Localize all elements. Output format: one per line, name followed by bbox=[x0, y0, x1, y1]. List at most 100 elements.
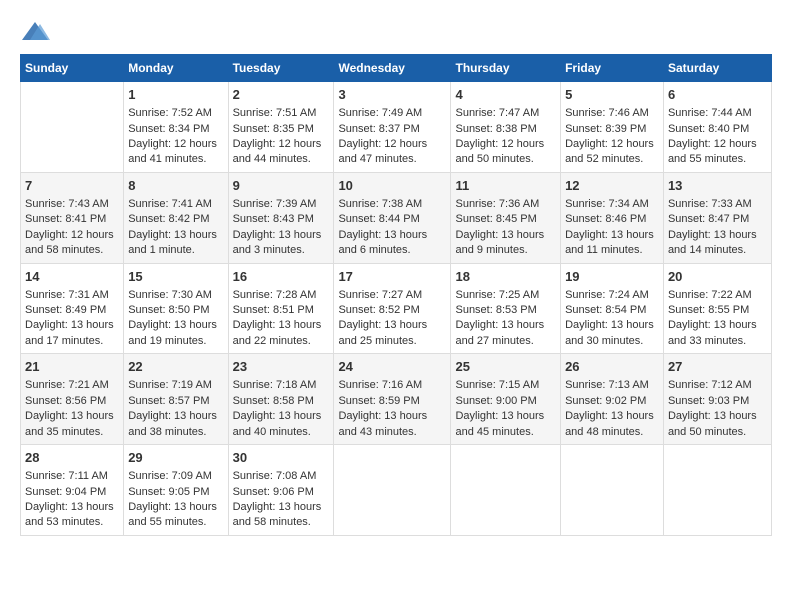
day-number: 30 bbox=[233, 449, 330, 467]
cell-content: Daylight: 13 hours and 11 minutes. bbox=[565, 228, 659, 259]
day-number: 16 bbox=[233, 268, 330, 286]
cell-content: Daylight: 12 hours and 55 minutes. bbox=[668, 137, 767, 168]
calendar-cell: 20Sunrise: 7:22 AMSunset: 8:55 PMDayligh… bbox=[663, 263, 771, 354]
cell-content: Sunrise: 7:39 AM bbox=[233, 197, 330, 212]
cell-content: Sunset: 8:56 PM bbox=[25, 394, 119, 409]
cell-content: Sunset: 8:52 PM bbox=[338, 303, 446, 318]
cell-content: Sunset: 8:51 PM bbox=[233, 303, 330, 318]
calendar-cell bbox=[451, 445, 561, 536]
calendar-cell: 18Sunrise: 7:25 AMSunset: 8:53 PMDayligh… bbox=[451, 263, 561, 354]
calendar-cell: 7Sunrise: 7:43 AMSunset: 8:41 PMDaylight… bbox=[21, 172, 124, 263]
day-number: 13 bbox=[668, 177, 767, 195]
calendar-cell: 6 Sunrise: 7:44 AMSunset: 8:40 PMDaylight… bbox=[663, 82, 771, 173]
cell-content: Sunset: 9:00 PM bbox=[455, 394, 556, 409]
day-header-saturday: Saturday bbox=[663, 55, 771, 82]
cell-content: Daylight: 13 hours and 22 minutes. bbox=[233, 318, 330, 349]
day-number: 22 bbox=[128, 358, 223, 376]
calendar-cell: 17 Sunrise: 7:27 AMSunset: 8:52 PMDayligh… bbox=[334, 263, 451, 354]
calendar-cell: 16Sunrise: 7:28 AMSunset: 8:51 PMDayligh… bbox=[228, 263, 334, 354]
cell-content: Daylight: 13 hours and 9 minutes. bbox=[455, 228, 556, 259]
day-number: 6 bbox=[668, 86, 767, 104]
cell-content: Sunrise: 7:49 AM bbox=[338, 106, 446, 121]
cell-content: Sunset: 8:39 PM bbox=[565, 122, 659, 137]
cell-content: Sunset: 8:54 PM bbox=[565, 303, 659, 318]
day-number: 27 bbox=[668, 358, 767, 376]
calendar-cell: 13Sunrise: 7:33 AMSunset: 8:47 PMDayligh… bbox=[663, 172, 771, 263]
calendar-cell bbox=[561, 445, 664, 536]
day-number: 25 bbox=[455, 358, 556, 376]
cell-content: Sunset: 8:35 PM bbox=[233, 122, 330, 137]
cell-content: Daylight: 13 hours and 19 minutes. bbox=[128, 318, 223, 349]
day-number: 3 bbox=[338, 86, 446, 104]
week-row-3: 14Sunrise: 7:31 AMSunset: 8:49 PMDayligh… bbox=[21, 263, 772, 354]
calendar-cell: 28Sunrise: 7:11 AMSunset: 9:04 PMDayligh… bbox=[21, 445, 124, 536]
day-header-tuesday: Tuesday bbox=[228, 55, 334, 82]
cell-content: Sunrise: 7:16 AM bbox=[338, 378, 446, 393]
cell-content: Daylight: 12 hours and 44 minutes. bbox=[233, 137, 330, 168]
day-number: 28 bbox=[25, 449, 119, 467]
day-number: 1 bbox=[128, 86, 223, 104]
day-number: 17 bbox=[338, 268, 446, 286]
cell-content: Sunset: 8:59 PM bbox=[338, 394, 446, 409]
calendar-cell: 19Sunrise: 7:24 AMSunset: 8:54 PMDayligh… bbox=[561, 263, 664, 354]
cell-content: Daylight: 12 hours and 50 minutes. bbox=[455, 137, 556, 168]
day-number: 21 bbox=[25, 358, 119, 376]
cell-content: Daylight: 12 hours and 47 minutes. bbox=[338, 137, 446, 168]
calendar-cell: 9Sunrise: 7:39 AMSunset: 8:43 PMDaylight… bbox=[228, 172, 334, 263]
day-number: 12 bbox=[565, 177, 659, 195]
calendar-cell: 29Sunrise: 7:09 AMSunset: 9:05 PMDayligh… bbox=[124, 445, 228, 536]
cell-content: Sunset: 8:45 PM bbox=[455, 212, 556, 227]
cell-content: Sunset: 8:34 PM bbox=[128, 122, 223, 137]
day-header-wednesday: Wednesday bbox=[334, 55, 451, 82]
cell-content: Daylight: 12 hours and 52 minutes. bbox=[565, 137, 659, 168]
day-number: 26 bbox=[565, 358, 659, 376]
day-number: 10 bbox=[338, 177, 446, 195]
calendar-cell: 5Sunrise: 7:46 AMSunset: 8:39 PMDaylight… bbox=[561, 82, 664, 173]
cell-content: Sunrise: 7:36 AM bbox=[455, 197, 556, 212]
day-number: 11 bbox=[455, 177, 556, 195]
day-number: 18 bbox=[455, 268, 556, 286]
calendar-cell: 23Sunrise: 7:18 AMSunset: 8:58 PMDayligh… bbox=[228, 354, 334, 445]
cell-content: Sunrise: 7:08 AM bbox=[233, 469, 330, 484]
cell-content: Sunrise: 7:11 AM bbox=[25, 469, 119, 484]
calendar-cell: 3 Sunrise: 7:49 AMSunset: 8:37 PMDaylight… bbox=[334, 82, 451, 173]
calendar-cell: 8Sunrise: 7:41 AMSunset: 8:42 PMDaylight… bbox=[124, 172, 228, 263]
cell-content: Daylight: 13 hours and 30 minutes. bbox=[565, 318, 659, 349]
header-row: SundayMondayTuesdayWednesdayThursdayFrid… bbox=[21, 55, 772, 82]
cell-content: Sunrise: 7:30 AM bbox=[128, 288, 223, 303]
day-number: 8 bbox=[128, 177, 223, 195]
cell-content: Sunset: 9:02 PM bbox=[565, 394, 659, 409]
cell-content: Daylight: 13 hours and 14 minutes. bbox=[668, 228, 767, 259]
cell-content: Sunrise: 7:44 AM bbox=[668, 106, 767, 121]
cell-content: Daylight: 13 hours and 1 minute. bbox=[128, 228, 223, 259]
week-row-2: 7Sunrise: 7:43 AMSunset: 8:41 PMDaylight… bbox=[21, 172, 772, 263]
cell-content: Sunrise: 7:41 AM bbox=[128, 197, 223, 212]
day-number: 15 bbox=[128, 268, 223, 286]
cell-content: Daylight: 13 hours and 6 minutes. bbox=[338, 228, 446, 259]
day-number: 2 bbox=[233, 86, 330, 104]
cell-content: Sunset: 8:47 PM bbox=[668, 212, 767, 227]
day-number: 20 bbox=[668, 268, 767, 286]
day-number: 19 bbox=[565, 268, 659, 286]
cell-content: Sunrise: 7:38 AM bbox=[338, 197, 446, 212]
cell-content: Daylight: 13 hours and 53 minutes. bbox=[25, 500, 119, 531]
cell-content: Daylight: 13 hours and 55 minutes. bbox=[128, 500, 223, 531]
cell-content: Daylight: 13 hours and 43 minutes. bbox=[338, 409, 446, 440]
cell-content: Sunset: 8:53 PM bbox=[455, 303, 556, 318]
cell-content: Sunrise: 7:09 AM bbox=[128, 469, 223, 484]
cell-content: Sunset: 8:37 PM bbox=[338, 122, 446, 137]
cell-content: Sunset: 8:38 PM bbox=[455, 122, 556, 137]
cell-content: Sunrise: 7:27 AM bbox=[338, 288, 446, 303]
cell-content: Sunrise: 7:13 AM bbox=[565, 378, 659, 393]
cell-content: Daylight: 13 hours and 25 minutes. bbox=[338, 318, 446, 349]
calendar-cell: 21Sunrise: 7:21 AMSunset: 8:56 PMDayligh… bbox=[21, 354, 124, 445]
cell-content: Daylight: 13 hours and 40 minutes. bbox=[233, 409, 330, 440]
calendar-cell: 24Sunrise: 7:16 AMSunset: 8:59 PMDayligh… bbox=[334, 354, 451, 445]
cell-content: Sunrise: 7:25 AM bbox=[455, 288, 556, 303]
calendar-cell bbox=[663, 445, 771, 536]
cell-content: Sunrise: 7:31 AM bbox=[25, 288, 119, 303]
day-header-monday: Monday bbox=[124, 55, 228, 82]
cell-content: Sunset: 8:40 PM bbox=[668, 122, 767, 137]
cell-content: Daylight: 13 hours and 48 minutes. bbox=[565, 409, 659, 440]
calendar-cell: 27Sunrise: 7:12 AMSunset: 9:03 PMDayligh… bbox=[663, 354, 771, 445]
